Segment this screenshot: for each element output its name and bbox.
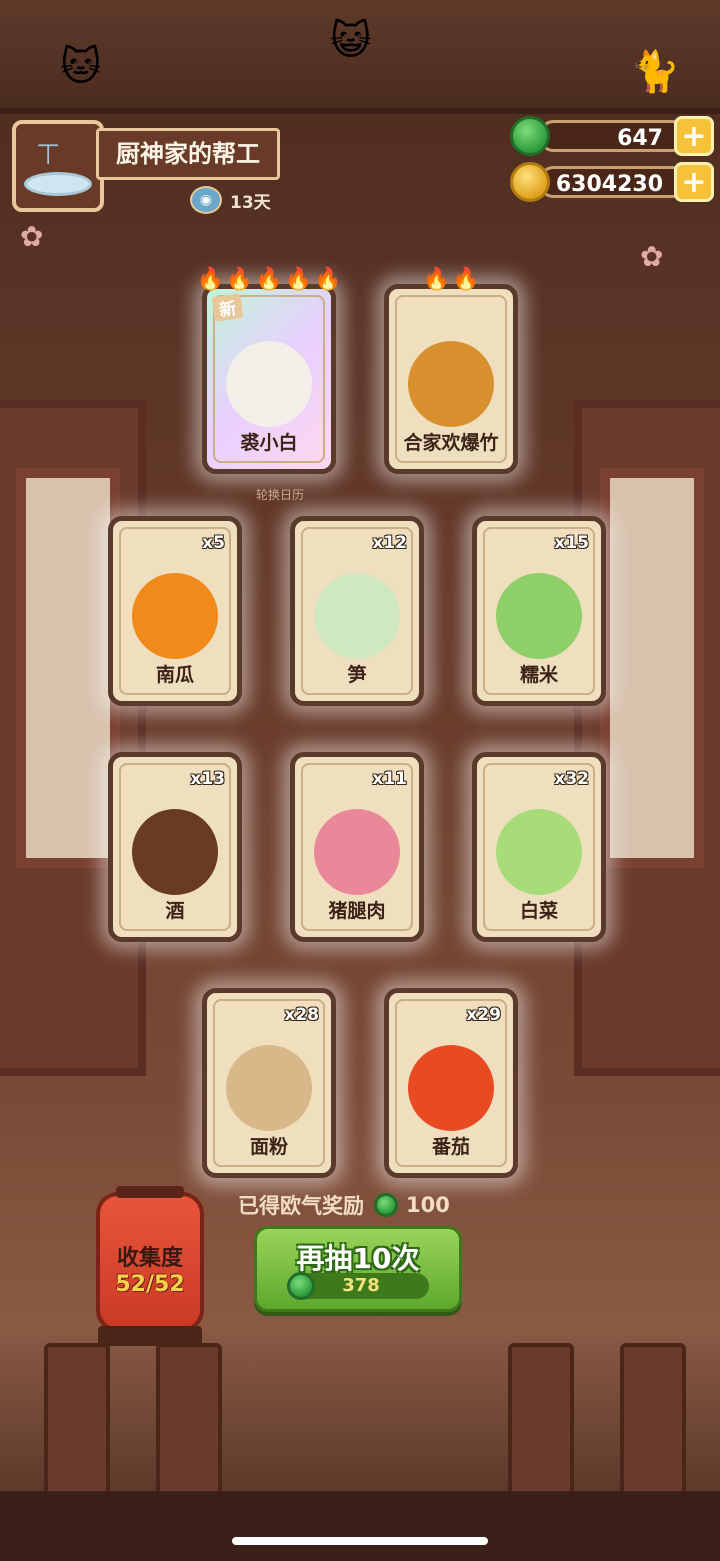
reward-row: 已得欧气奖励 100 [238, 1190, 450, 1220]
add-coins-button[interactable]: + [674, 162, 714, 202]
flame-icon: 🔥 [225, 267, 254, 292]
player-title: 厨神家的帮工 [96, 128, 280, 180]
item-name: 裘小白 [240, 432, 298, 454]
reward-label: 已得欧气奖励 [238, 1194, 364, 1218]
fence-post [44, 1343, 110, 1501]
home-indicator[interactable] [232, 1537, 488, 1545]
jade-icon [287, 1272, 315, 1300]
pork-icon [314, 809, 400, 895]
draw-again-label: 再抽10次 [296, 1242, 420, 1275]
white-cat-icon [226, 341, 312, 427]
jade-icon [374, 1193, 398, 1217]
item-card[interactable]: x13 酒 [108, 752, 242, 942]
jade-currency: 647 + [510, 116, 714, 156]
basin-icon [24, 172, 92, 196]
fence-post [620, 1343, 686, 1501]
item-count: x11 [372, 769, 407, 789]
blossom-icon: ✿ [20, 220, 44, 253]
item-name: 合家欢爆竹 [403, 432, 499, 454]
coin-currency: 6304230 + [510, 162, 714, 202]
wine-jar-icon [132, 809, 218, 895]
fence-post [156, 1343, 222, 1501]
days-counter: ◉ 13天 [190, 186, 271, 214]
item-count: x32 [554, 769, 589, 789]
rarity-flames: 🔥 🔥 🔥 🔥 🔥 [196, 267, 341, 292]
right-window [574, 400, 720, 1076]
reward-amount: 100 [406, 1193, 450, 1217]
orange-cat-icon: 🐱 [60, 44, 102, 90]
flame-icon: 🔥 [196, 267, 224, 292]
item-name: 南瓜 [155, 664, 194, 686]
firecracker-icon [408, 341, 494, 427]
add-jade-button[interactable]: + [674, 116, 714, 156]
sushi-icon: ◉ [190, 186, 222, 214]
item-count: x29 [466, 1005, 501, 1025]
left-window [0, 400, 146, 1076]
item-name: 糯米 [519, 664, 558, 686]
bamboo-shoot-icon [314, 573, 400, 659]
item-count: x15 [554, 533, 589, 553]
collection-label: 收集度 [116, 1246, 183, 1271]
faucet-icon: ⊤ [36, 138, 61, 171]
draw-cost-amount: 378 [342, 1275, 380, 1296]
item-count: x5 [202, 533, 225, 553]
pumpkin-icon [132, 573, 218, 659]
item-card[interactable]: x5 南瓜 [108, 516, 242, 706]
calendar-label: 轮换日历 [256, 488, 305, 502]
jade-amount: 647 [538, 120, 688, 152]
item-name: 猪腿肉 [328, 900, 386, 922]
gold-coin-icon [510, 162, 550, 202]
item-name: 笋 [347, 664, 367, 686]
item-name: 面粉 [249, 1136, 288, 1158]
flame-icon: 🔥 [314, 267, 342, 292]
draw-again-button[interactable]: 再抽10次 378 [254, 1226, 462, 1312]
tomato-icon [408, 1045, 494, 1131]
item-count: x13 [190, 769, 225, 789]
item-card[interactable]: x32 白菜 [472, 752, 606, 942]
flame-icon: 🔥 [452, 267, 480, 292]
item-card[interactable]: x29 番茄 [384, 988, 518, 1178]
new-tag: 新 [211, 293, 244, 322]
flame-icon: 🔥 [255, 267, 283, 292]
flame-icon: 🔥 [422, 267, 450, 292]
collection-lantern[interactable]: 收集度 52/52 [96, 1186, 204, 1332]
draw-cost: 378 [287, 1272, 429, 1300]
flour-sack-icon [226, 1045, 312, 1131]
item-card[interactable]: 🔥 🔥 合家欢爆竹 [384, 267, 518, 474]
coin-amount: 6304230 [538, 166, 688, 198]
blossom-icon: ✿ [640, 240, 664, 273]
avatar[interactable]: ⊤ [12, 120, 104, 212]
jade-icon [510, 116, 550, 156]
item-card[interactable]: x11 猪腿肉 [290, 752, 424, 942]
item-count: x28 [284, 1005, 319, 1025]
item-card[interactable]: x28 面粉 [202, 988, 336, 1178]
item-card[interactable]: x15 糯米 [472, 516, 606, 706]
rarity-flames: 🔥 🔥 [389, 267, 513, 292]
item-count: x12 [372, 533, 407, 553]
days-label: 13天 [230, 192, 271, 213]
item-card[interactable]: 🔥 🔥 🔥 🔥 🔥 新裘小白 [196, 267, 342, 474]
rice-leaf-icon [496, 573, 582, 659]
white-cat-icon: 🐈 [630, 49, 680, 95]
fence-post [508, 1343, 574, 1501]
lantern-cap [116, 1186, 184, 1198]
flame-icon: 🔥 [284, 267, 313, 292]
item-name: 番茄 [431, 1136, 470, 1158]
floor [0, 1491, 720, 1561]
collection-progress: 52/52 [115, 1272, 185, 1297]
cabbage-icon [496, 809, 582, 895]
item-name: 酒 [165, 900, 185, 922]
item-card[interactable]: x12 笋 [290, 516, 424, 706]
cat-portrait-icon: 😺 [330, 18, 372, 64]
item-name: 白菜 [519, 900, 558, 922]
